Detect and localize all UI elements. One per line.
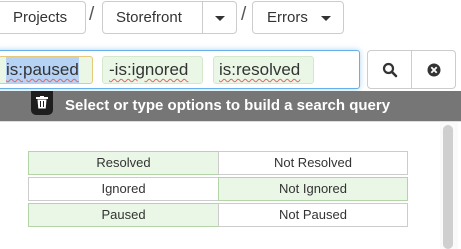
delete-token-button[interactable] bbox=[31, 91, 53, 115]
breadcrumb-separator: / bbox=[241, 4, 247, 25]
search-button[interactable] bbox=[367, 50, 412, 89]
search-token[interactable]: -is:ignored bbox=[102, 56, 203, 84]
clear-search-button[interactable] bbox=[411, 50, 456, 89]
option-not-resolved[interactable]: Not Resolved bbox=[218, 151, 408, 175]
search-token[interactable]: is:resolved bbox=[213, 56, 314, 84]
search-icon bbox=[382, 62, 398, 78]
projects-label: Projects bbox=[13, 9, 68, 26]
scrollbar-thumb[interactable] bbox=[443, 125, 453, 249]
option-paused[interactable]: Paused bbox=[28, 203, 219, 227]
clear-circle-icon bbox=[427, 63, 441, 77]
option-ignored[interactable]: Ignored bbox=[28, 177, 219, 201]
breadcrumb-separator: / bbox=[89, 4, 95, 25]
project-label: Storefront bbox=[116, 9, 182, 26]
option-not-ignored[interactable]: Not Ignored bbox=[218, 177, 408, 201]
trash-icon bbox=[36, 96, 48, 109]
caret-down-icon bbox=[215, 16, 225, 21]
search-hint-bar: Select or type options to build a search… bbox=[0, 91, 461, 121]
view-dropdown-button[interactable]: Errors bbox=[252, 1, 344, 34]
caret-down-icon bbox=[321, 16, 331, 21]
project-button[interactable]: Storefront bbox=[102, 1, 203, 34]
panel-divider bbox=[0, 121, 461, 122]
projects-button[interactable]: Projects bbox=[0, 1, 86, 34]
search-token[interactable]: is:paused bbox=[0, 56, 93, 84]
search-token-text: -is:ignored bbox=[109, 60, 189, 79]
search-hint-text: Select or type options to build a search… bbox=[65, 97, 391, 114]
option-resolved[interactable]: Resolved bbox=[28, 151, 219, 175]
search-token-text: is:resolved bbox=[219, 60, 301, 79]
search-query-input[interactable]: is:paused -is:ignored is:resolved bbox=[0, 50, 360, 89]
project-dropdown-toggle[interactable] bbox=[202, 1, 237, 34]
search-token-text: is:paused bbox=[6, 57, 79, 83]
view-label: Errors bbox=[267, 9, 308, 26]
option-not-paused[interactable]: Not Paused bbox=[218, 203, 408, 227]
